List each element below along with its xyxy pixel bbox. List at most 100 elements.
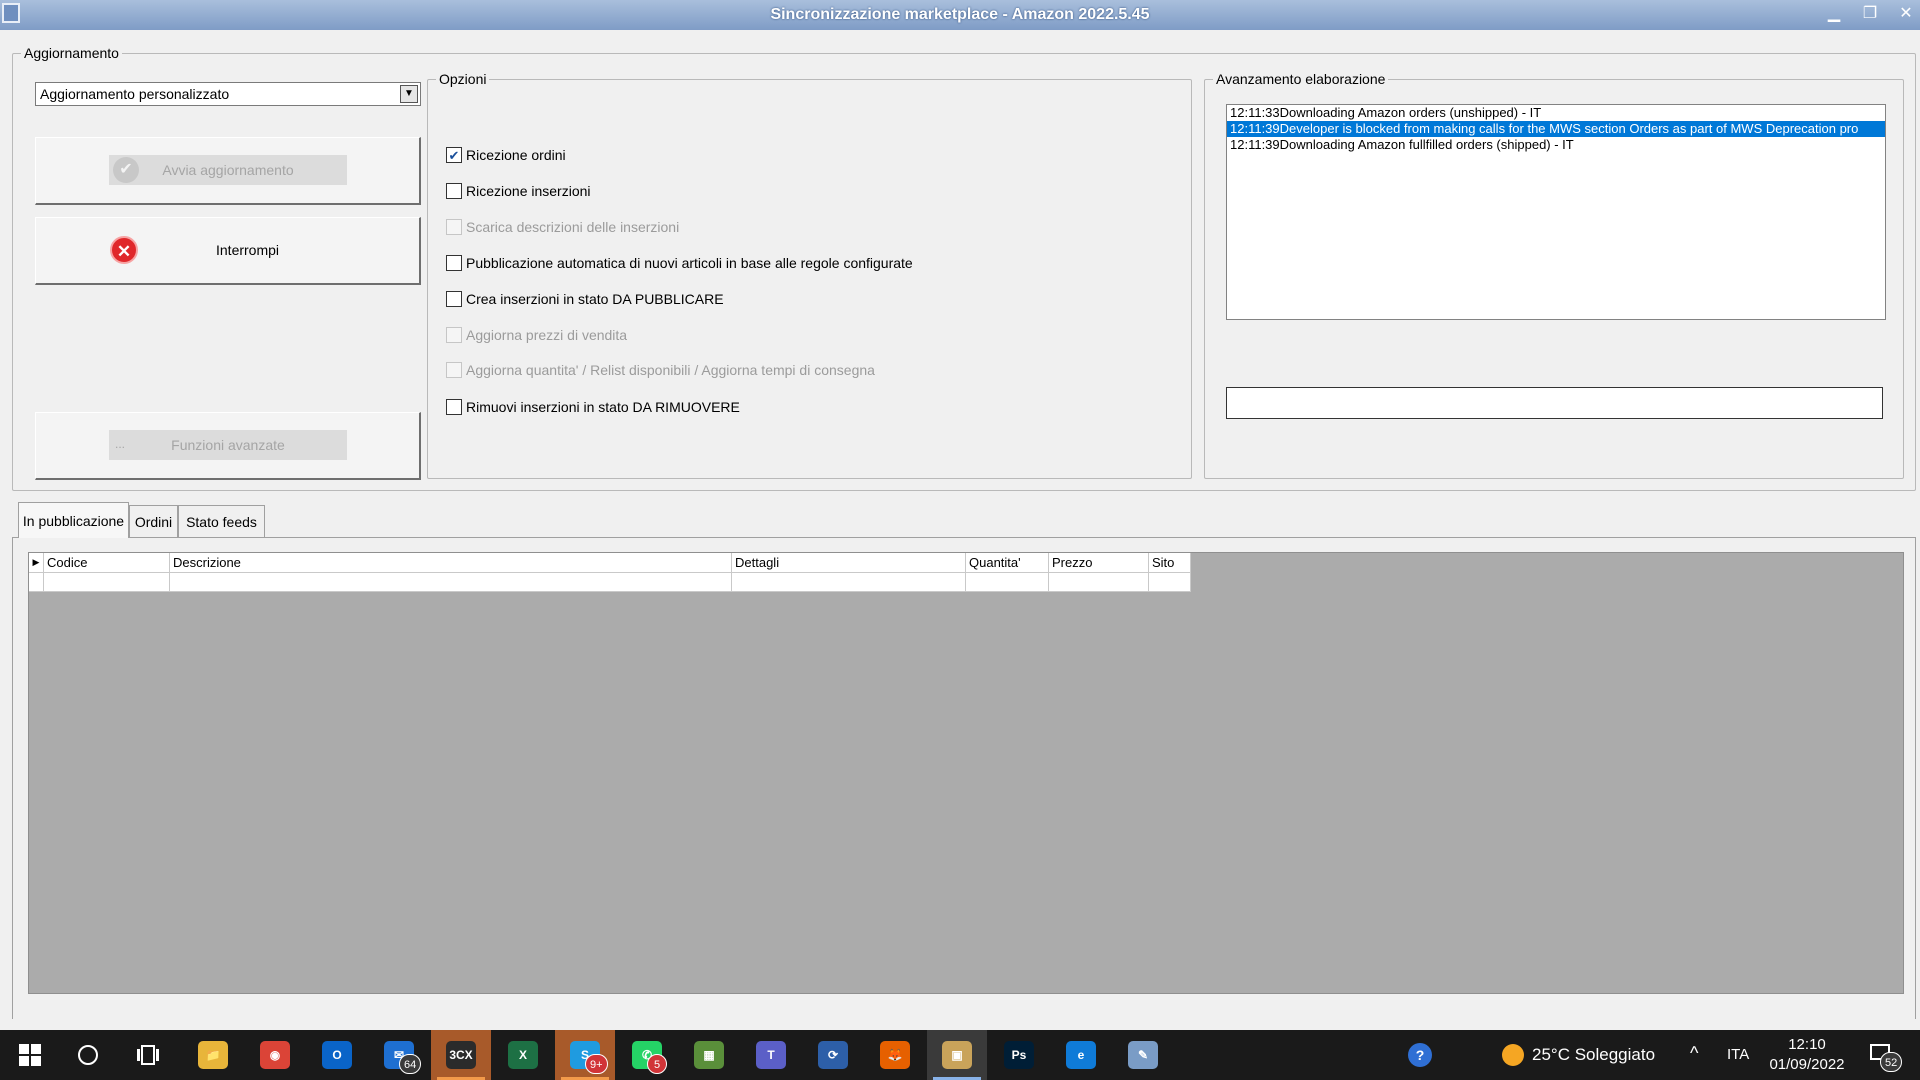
progress-log-list[interactable]: 12:11:33Downloading Amazon orders (unshi… xyxy=(1226,104,1886,320)
this-app-icon: ▣ xyxy=(942,1041,972,1069)
taskbar-app-firefox[interactable]: 🦊 xyxy=(865,1030,925,1080)
window-title: Sincronizzazione marketplace - Amazon 20… xyxy=(770,6,1150,23)
taskbar-app-outlook[interactable]: O xyxy=(307,1030,367,1080)
column-header-dettagli[interactable]: Dettagli xyxy=(732,553,966,573)
opzioni-legend: Opzioni xyxy=(436,71,490,87)
clock-time: 12:10 xyxy=(1788,1036,1826,1053)
grid-cell[interactable] xyxy=(170,573,732,592)
option-label: Pubblicazione automatica di nuovi artico… xyxy=(466,255,913,271)
start-button[interactable] xyxy=(0,1030,60,1080)
checkbox-aggiorna-prezzi xyxy=(446,327,462,343)
chevron-down-icon[interactable]: ▼ xyxy=(400,85,418,103)
tab-label: Stato feeds xyxy=(186,513,257,530)
firefox-icon: 🦊 xyxy=(880,1041,910,1069)
log-row[interactable]: 12:11:33Downloading Amazon orders (unshi… xyxy=(1227,105,1885,121)
minimize-button[interactable]: ▁ xyxy=(1820,3,1848,27)
taskbar-app-photoshop[interactable]: Ps xyxy=(989,1030,1049,1080)
photoshop-icon: Ps xyxy=(1004,1041,1034,1069)
stop-label: Interrompi xyxy=(216,242,280,258)
taskbar-app-paint[interactable]: ✎ xyxy=(1113,1030,1173,1080)
checkbox-rimuovi-inserzioni[interactable] xyxy=(446,399,462,415)
checkbox-pubblicazione-automatica[interactable] xyxy=(446,255,462,271)
task-view-button[interactable] xyxy=(118,1030,178,1080)
grid-cell[interactable] xyxy=(1049,573,1149,592)
option-label: Crea inserzioni in stato DA PUBBLICARE xyxy=(466,291,724,307)
tab-stato-feeds[interactable]: Stato feeds xyxy=(178,505,265,537)
option-label: Rimuovi inserzioni in stato DA RIMUOVERE xyxy=(466,399,740,415)
log-time: 12:11:39 xyxy=(1230,137,1280,152)
grid-cell[interactable] xyxy=(966,573,1049,592)
taskbar-app-this-app[interactable]: ▣ xyxy=(927,1030,987,1080)
progress-bar xyxy=(1226,387,1883,419)
checkbox-crea-inserzioni[interactable] xyxy=(446,291,462,307)
taskbar-app-excel[interactable]: X xyxy=(493,1030,553,1080)
paint-icon: ✎ xyxy=(1128,1041,1158,1069)
weather-widget[interactable]: 25°C Soleggiato xyxy=(1502,1030,1655,1080)
outlook-icon: O xyxy=(322,1041,352,1069)
language-indicator[interactable]: ITA xyxy=(1727,1046,1749,1063)
taskbar-app-3cx[interactable]: 3CX xyxy=(431,1030,491,1080)
taskbar-app-mail[interactable]: ✉ 64 xyxy=(369,1030,429,1080)
log-time: 12:11:33 xyxy=(1230,105,1280,120)
log-row[interactable]: 12:11:39Downloading Amazon fullfilled or… xyxy=(1227,137,1885,153)
file-explorer-icon: 📁 xyxy=(198,1041,228,1069)
notifications-button[interactable]: 52 xyxy=(1868,1040,1903,1072)
advanced-functions-button[interactable]: ... Funzioni avanzate xyxy=(35,412,421,480)
tab-ordini[interactable]: Ordini xyxy=(129,505,178,537)
stop-button[interactable]: ✕ Interrompi xyxy=(35,217,421,285)
log-row-selected[interactable]: 12:11:39Developer is blocked from making… xyxy=(1227,121,1885,137)
close-button[interactable]: ✕ xyxy=(1892,3,1920,27)
table-row[interactable] xyxy=(29,573,1191,592)
option-ricezione-ordini[interactable]: ✔ Ricezione ordini xyxy=(446,147,566,163)
advanced-functions-face: ... Funzioni avanzate xyxy=(109,430,347,460)
listings-grid[interactable]: ▶ Codice Descrizione Dettagli Quantita' … xyxy=(28,552,1904,994)
taskbar-app-file-explorer[interactable]: 📁 xyxy=(183,1030,243,1080)
grid-cell[interactable] xyxy=(1149,573,1191,592)
taskbar-app-edge[interactable]: e xyxy=(1051,1030,1111,1080)
badge-count: 9+ xyxy=(585,1054,608,1074)
title-bar[interactable]: Sincronizzazione marketplace - Amazon 20… xyxy=(0,0,1920,30)
tab-in-pubblicazione[interactable]: In pubblicazione xyxy=(18,502,129,538)
update-mode-select[interactable]: Aggiornamento personalizzato ▼ xyxy=(35,82,421,106)
log-text: Developer is blocked from making calls f… xyxy=(1279,121,1859,136)
task-view-icon xyxy=(137,1045,159,1065)
column-header-quantita[interactable]: Quantita' xyxy=(966,553,1049,573)
grid-header: ▶ Codice Descrizione Dettagli Quantita' … xyxy=(29,553,1191,573)
app-icon[interactable] xyxy=(2,3,20,23)
checkbox-ricezione-inserzioni[interactable] xyxy=(446,183,462,199)
tab-label: In pubblicazione xyxy=(22,512,125,529)
column-header-descrizione[interactable]: Descrizione xyxy=(170,553,732,573)
taskbar: 📁 ◉ O ✉ 64 3CX X S 9+ ✆ 5 ▦ T ⟳ 🦊 ▣ Ps e ✎ ? 25°C Soleggia… xyxy=(0,1030,1920,1080)
help-icon[interactable]: ? xyxy=(1408,1043,1432,1067)
column-header-prezzo[interactable]: Prezzo xyxy=(1049,553,1149,573)
update-mode-value: Aggiornamento personalizzato xyxy=(40,86,230,102)
badge-count: 64 xyxy=(399,1054,422,1074)
checkbox-ricezione-ordini[interactable]: ✔ xyxy=(446,147,462,163)
row-header[interactable] xyxy=(29,573,44,592)
log-time: 12:11:39 xyxy=(1230,121,1280,136)
excel-icon: X xyxy=(508,1041,538,1069)
taskbar-app-chart-app[interactable]: ▦ xyxy=(679,1030,739,1080)
maximize-button[interactable]: ❐ xyxy=(1856,3,1884,27)
option-crea-inserzioni[interactable]: Crea inserzioni in stato DA PUBBLICARE xyxy=(446,291,724,307)
option-label: Aggiorna quantita' / Relist disponibili … xyxy=(466,362,875,378)
taskbar-app-skype[interactable]: S 9+ xyxy=(555,1030,615,1080)
taskbar-app-chrome[interactable]: ◉ xyxy=(245,1030,305,1080)
column-header-codice[interactable]: Codice xyxy=(44,553,170,573)
chevron-up-icon[interactable]: ^ xyxy=(1690,1043,1698,1064)
option-aggiorna-prezzi: Aggiorna prezzi di vendita xyxy=(446,327,627,343)
taskbar-app-whatsapp[interactable]: ✆ 5 xyxy=(617,1030,677,1080)
taskbar-app-teams[interactable]: T xyxy=(741,1030,801,1080)
grid-cell[interactable] xyxy=(44,573,170,592)
clock[interactable]: 12:10 01/09/2022 xyxy=(1764,1035,1850,1075)
option-ricezione-inserzioni[interactable]: Ricezione inserzioni xyxy=(446,183,591,199)
grid-cell[interactable] xyxy=(732,573,966,592)
search-button[interactable] xyxy=(58,1030,118,1080)
start-update-button[interactable]: ✔ Avvia aggiornamento xyxy=(35,137,421,205)
clock-date: 01/09/2022 xyxy=(1769,1056,1845,1073)
error-x-icon: ✕ xyxy=(110,236,138,264)
taskbar-app-sync-app[interactable]: ⟳ xyxy=(803,1030,863,1080)
column-header-sito[interactable]: Sito xyxy=(1149,553,1191,573)
option-rimuovi-inserzioni[interactable]: Rimuovi inserzioni in stato DA RIMUOVERE xyxy=(446,399,740,415)
option-pubblicazione-automatica[interactable]: Pubblicazione automatica di nuovi artico… xyxy=(446,255,913,271)
